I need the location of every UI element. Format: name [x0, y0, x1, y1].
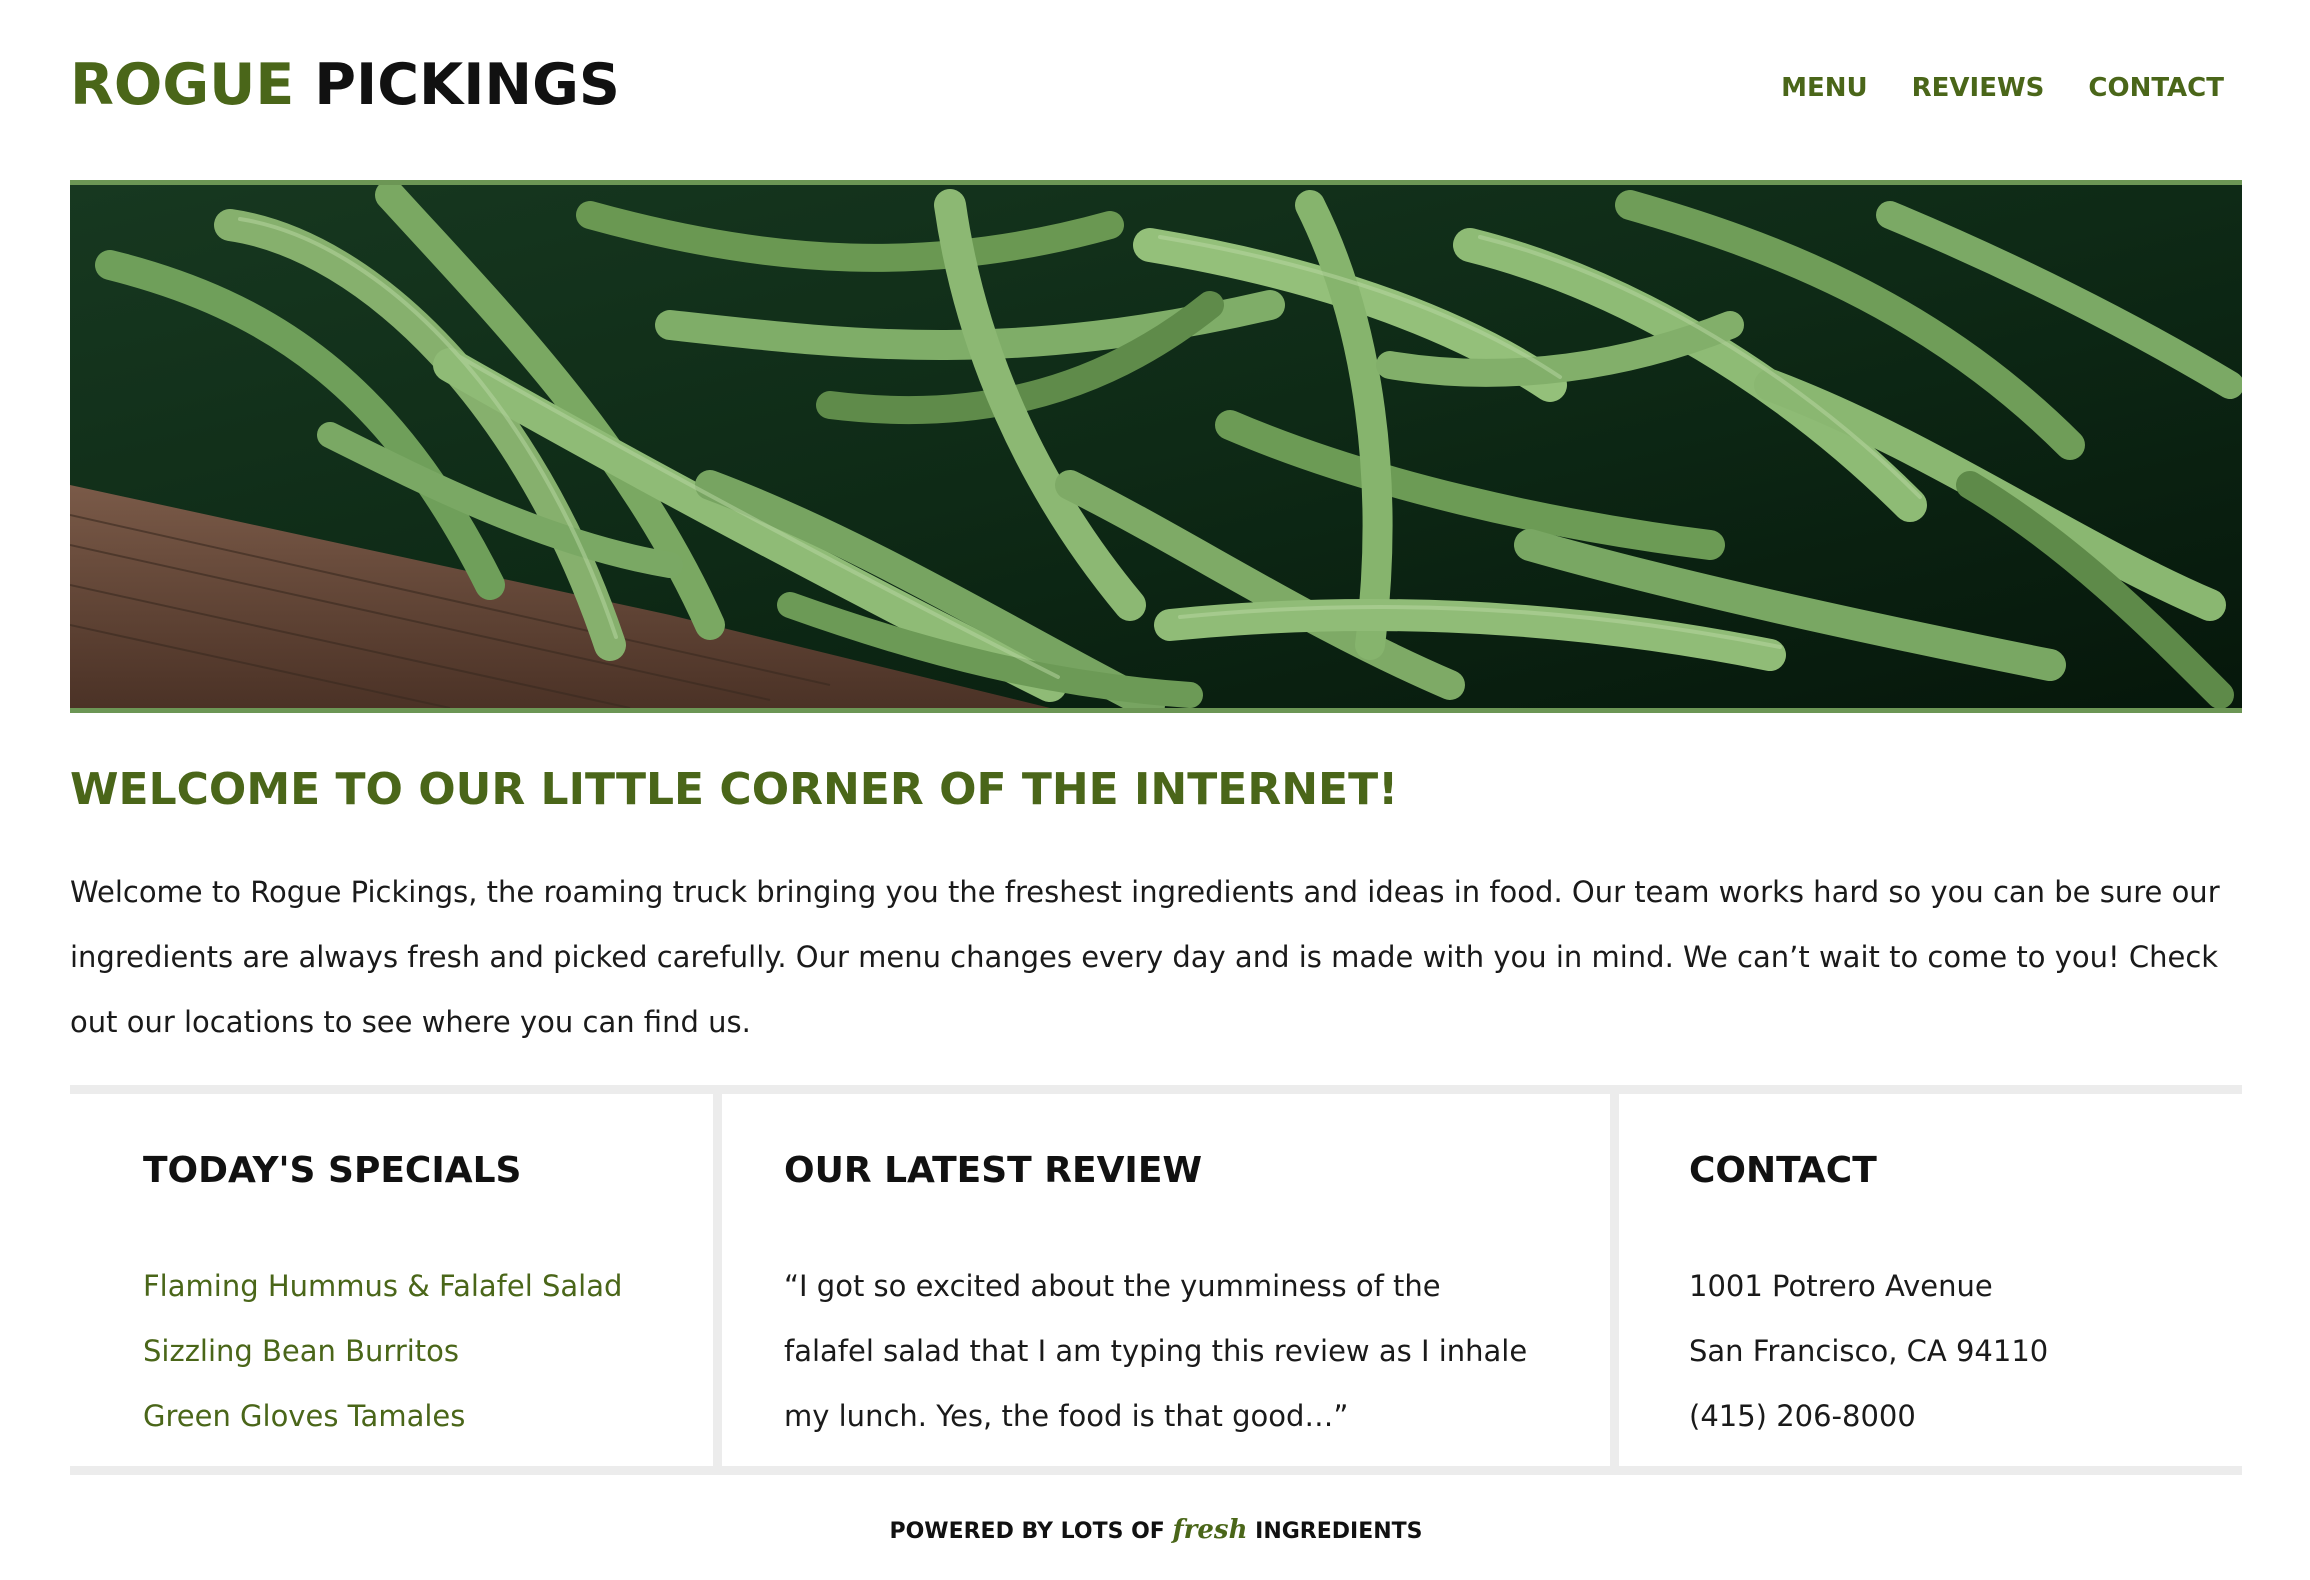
contact-details: 1001 Potrero Avenue San Francisco, CA 94… — [1689, 1254, 2048, 1449]
contact-section: CONTACT 1001 Potrero Avenue San Francisc… — [1610, 1094, 2251, 1466]
review-section: OUR LATEST REVIEW “I got so excited abou… — [713, 1094, 1610, 1466]
specials-list: Flaming Hummus & Falafel Salad Sizzling … — [143, 1254, 622, 1449]
special-item-link[interactable]: Sizzling Bean Burritos — [143, 1334, 459, 1368]
site-logo[interactable]: ROGUE PICKINGS — [70, 50, 620, 120]
nav-menu-link[interactable]: MENU — [1781, 70, 1868, 106]
info-columns: TODAY'S SPECIALS Flaming Hummus & Falafe… — [70, 1085, 2242, 1475]
contact-phone: (415) 206-8000 — [1689, 1399, 1916, 1433]
specials-heading: TODAY'S SPECIALS — [143, 1150, 522, 1191]
list-item: Flaming Hummus & Falafel Salad — [143, 1254, 622, 1319]
nav-reviews-link[interactable]: REVIEWS — [1912, 70, 2045, 106]
green-beans-photo — [70, 185, 2242, 708]
special-item-link[interactable]: Flaming Hummus & Falafel Salad — [143, 1269, 622, 1303]
welcome-paragraph: Welcome to Rogue Pickings, the roaming t… — [70, 875, 2220, 1039]
footer-text-after: INGREDIENTS — [1255, 1519, 1423, 1544]
site-footer: POWERED BY LOTS OF fresh INGREDIENTS — [70, 1505, 2242, 1557]
review-line: “I got so excited about the yumminess of… — [784, 1269, 1441, 1303]
contact-address-city: San Francisco, CA 94110 — [1689, 1334, 2049, 1368]
logo-word-2: PICKINGS — [314, 52, 620, 118]
review-line: falafel salad that I am typing this revi… — [784, 1334, 1528, 1368]
welcome-heading: WELCOME TO OUR LITTLE CORNER OF THE INTE… — [70, 764, 1399, 815]
specials-section: TODAY'S SPECIALS Flaming Hummus & Falafe… — [70, 1094, 704, 1466]
page: ROGUE PICKINGS MENU REVIEWS CONTACT WELC… — [70, 0, 2242, 1545]
list-item: Sizzling Bean Burritos — [143, 1319, 622, 1384]
main-nav: MENU REVIEWS CONTACT — [1781, 70, 2224, 106]
footer-fresh-word: fresh — [1172, 1515, 1248, 1545]
review-line: my lunch. Yes, the food is that good…” — [784, 1399, 1349, 1433]
contact-address-street: 1001 Potrero Avenue — [1689, 1269, 1993, 1303]
contact-heading: CONTACT — [1689, 1150, 1877, 1191]
special-item-link[interactable]: Green Gloves Tamales — [143, 1399, 465, 1433]
review-quote: “I got so excited about the yumminess of… — [784, 1254, 1544, 1449]
nav-contact-link[interactable]: CONTACT — [2088, 70, 2224, 106]
logo-word-1: ROGUE — [70, 52, 295, 118]
site-header: ROGUE PICKINGS MENU REVIEWS CONTACT — [70, 0, 2242, 180]
hero-image — [70, 180, 2242, 713]
list-item: Green Gloves Tamales — [143, 1384, 622, 1449]
footer-text-before: POWERED BY LOTS OF — [889, 1519, 1165, 1544]
review-heading: OUR LATEST REVIEW — [784, 1150, 1203, 1191]
